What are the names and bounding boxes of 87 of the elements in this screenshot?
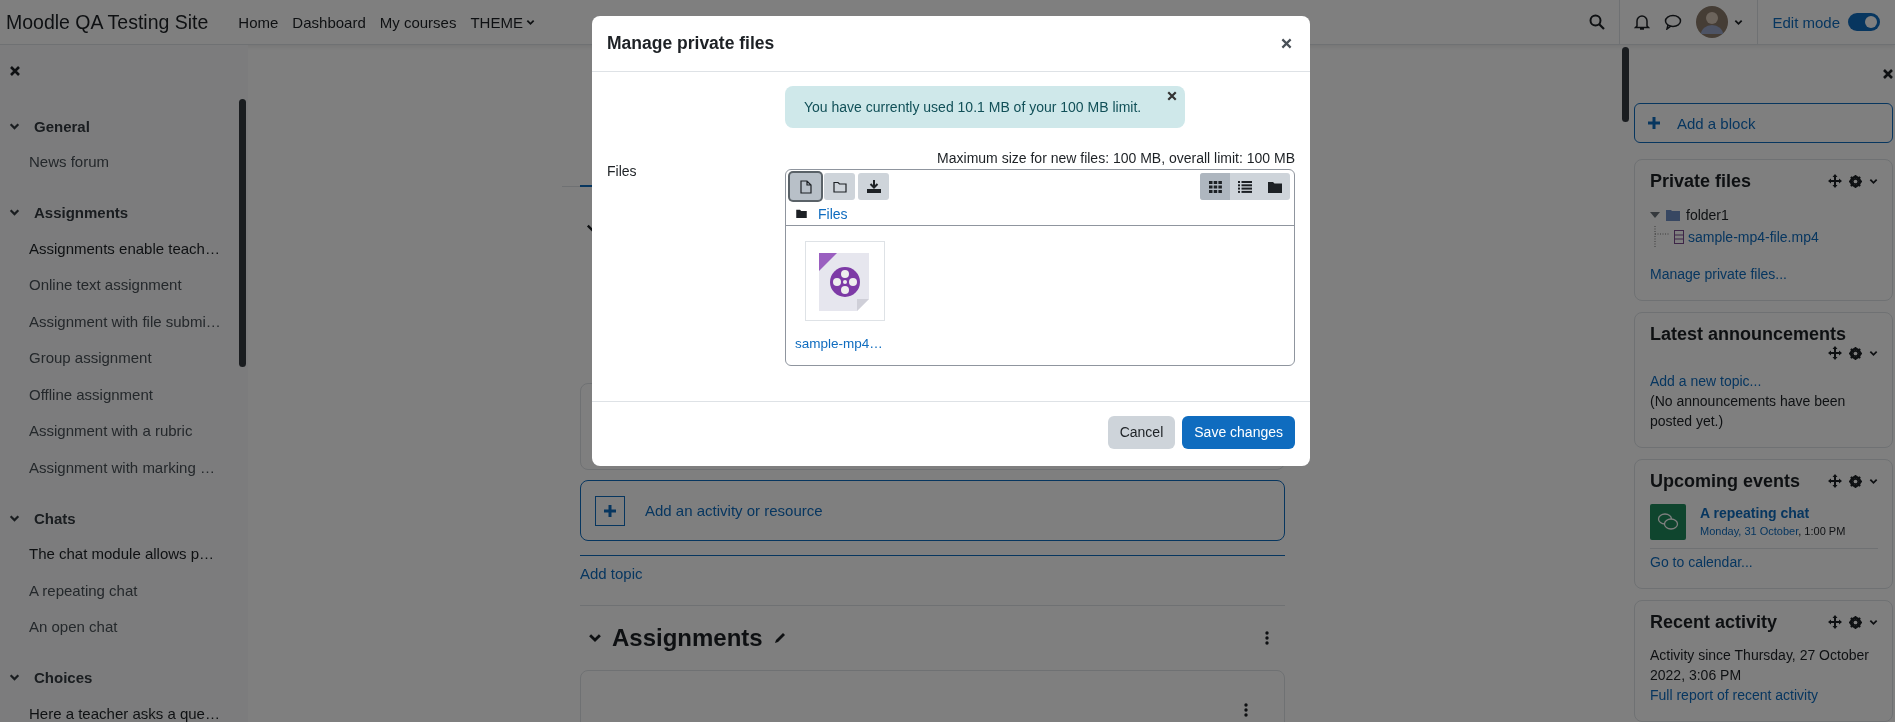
nav-link[interactable]: Home <box>238 13 279 31</box>
nav-link[interactable]: My courses <box>379 13 457 31</box>
move-icon[interactable] <box>1828 346 1842 360</box>
close-icon[interactable] <box>1882 68 1894 80</box>
event-date-link[interactable]: Monday, 31 October <box>1700 525 1799 537</box>
block-title: Latest announcements <box>1650 323 1847 346</box>
section-title[interactable]: General <box>34 117 90 135</box>
save-button[interactable]: Save changes <box>1182 415 1295 449</box>
section-title[interactable]: Chats <box>34 509 76 527</box>
chat-icon <box>1650 504 1686 540</box>
grid-view-button[interactable] <box>1200 173 1230 200</box>
more-icon[interactable] <box>1244 703 1248 717</box>
download-button[interactable] <box>858 173 889 200</box>
dialog-title: Manage private files <box>607 33 775 54</box>
avatar[interactable] <box>1696 6 1729 38</box>
course-index-item[interactable]: Offline assignment <box>0 376 248 413</box>
folder-name[interactable]: folder1 <box>1686 207 1729 223</box>
event-link[interactable]: A repeating chat <box>1700 505 1810 521</box>
course-index-item[interactable]: Assignment with a rubric <box>0 413 248 450</box>
more-icon[interactable] <box>1265 631 1269 645</box>
calendar-link[interactable]: Go to calendar... <box>1650 552 1878 572</box>
close-icon[interactable] <box>1167 91 1177 101</box>
download-icon <box>866 180 881 193</box>
move-icon[interactable] <box>1828 615 1842 629</box>
list-icon <box>1238 180 1252 193</box>
move-icon[interactable] <box>1828 174 1842 188</box>
block-note: (No announcements have been posted yet.) <box>1650 392 1847 431</box>
folder-icon <box>1268 180 1282 193</box>
add-activity-button[interactable]: Add an activity or resource <box>580 480 1285 541</box>
folder-icon <box>832 180 847 193</box>
close-icon[interactable] <box>1281 38 1292 49</box>
report-link[interactable]: Full report of recent activity <box>1650 685 1878 705</box>
create-folder-button[interactable] <box>824 173 855 200</box>
breadcrumb-link[interactable]: Files <box>818 205 848 222</box>
folder-icon <box>796 209 807 218</box>
cancel-button[interactable]: Cancel <box>1107 415 1176 449</box>
nav-link[interactable]: THEME <box>470 13 535 31</box>
field-label: Files <box>607 162 638 181</box>
block-title: Upcoming events <box>1650 470 1801 493</box>
search-icon[interactable] <box>1589 14 1606 30</box>
gear-icon[interactable] <box>1849 615 1862 629</box>
course-index-item[interactable]: Assignment with marking … <box>0 449 248 486</box>
file-link[interactable]: sample-mp4-file.mp4 <box>1688 227 1819 247</box>
nav-link[interactable]: Dashboard <box>292 13 366 31</box>
block-note: Activity since Thursday, 27 October 2022, 3:06 PM <box>1650 646 1870 685</box>
plus-icon <box>595 495 625 526</box>
scrollbar[interactable] <box>239 99 246 367</box>
scrollbar[interactable] <box>1622 47 1629 122</box>
block-title: Recent activity <box>1650 611 1778 634</box>
add-topic-link[interactable]: Add a new topic... <box>1650 371 1878 391</box>
course-index-item[interactable]: Here a teacher asks a que… <box>0 695 248 722</box>
edit-mode-switch[interactable] <box>1848 13 1880 31</box>
course-index-item[interactable]: A repeating chat <box>0 572 248 609</box>
block-title: Private files <box>1650 170 1752 193</box>
grid-icon <box>1208 180 1222 193</box>
event-time: , 1:00 PM <box>1798 525 1846 537</box>
move-icon[interactable] <box>1828 474 1842 488</box>
chevron-icon[interactable] <box>9 207 20 218</box>
close-icon[interactable] <box>9 65 21 77</box>
bell-icon[interactable] <box>1634 13 1651 31</box>
file-name-link[interactable]: sample-mp4… <box>795 336 1294 351</box>
site-title[interactable]: Moodle QA Testing Site <box>6 10 209 34</box>
edit-mode-label: Edit mode <box>1772 13 1840 31</box>
limits-text: Maximum size for new files: 100 MB, overall limit: 100 MB <box>936 150 1295 166</box>
course-index-item[interactable]: An open chat <box>0 609 248 646</box>
tree-connector-icon <box>1654 226 1670 248</box>
alert-text: You have currently used 10.1 MB of your 100 MB limit. <box>804 99 1142 115</box>
course-index-item[interactable]: The chat module allows p… <box>0 536 248 573</box>
gear-icon[interactable] <box>1849 346 1862 360</box>
folder-icon <box>1666 209 1680 221</box>
section-title[interactable]: Assignments <box>34 204 129 221</box>
chevron-icon[interactable] <box>9 672 20 683</box>
plus-icon <box>1648 117 1660 129</box>
gear-icon[interactable] <box>1849 474 1862 488</box>
gear-icon[interactable] <box>1849 174 1862 188</box>
file-icon <box>799 179 812 194</box>
file-thumbnail[interactable] <box>805 241 885 321</box>
triangle-icon[interactable] <box>1650 211 1660 219</box>
section-title[interactable]: Choices <box>34 669 93 686</box>
add-topic-link[interactable]: Add topic <box>580 565 643 582</box>
pencil-icon[interactable] <box>772 631 787 645</box>
add-file-button[interactable] <box>790 173 821 200</box>
manage-files-link[interactable]: Manage private files... <box>1650 264 1878 284</box>
add-block-button[interactable]: Add a block <box>1634 103 1893 143</box>
section-heading: Assignments <box>612 624 763 652</box>
film-icon <box>1674 230 1684 244</box>
chat-icon[interactable] <box>1664 14 1683 30</box>
